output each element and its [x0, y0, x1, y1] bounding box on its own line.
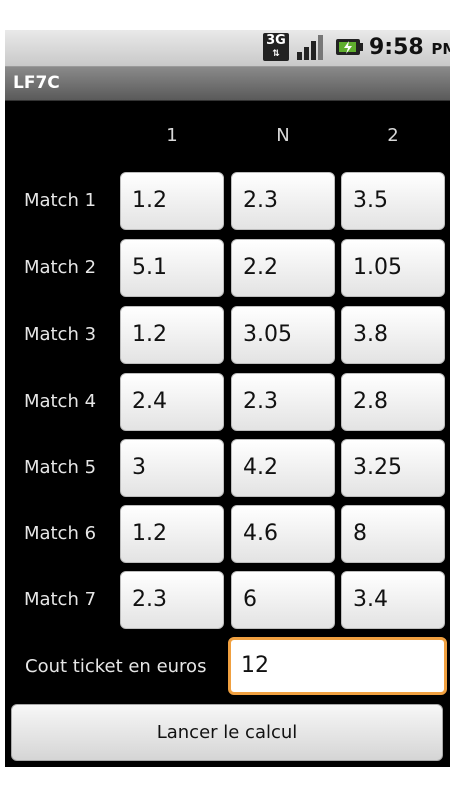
match-1-odds-n[interactable]: 2.3 [231, 172, 335, 230]
status-bar: 3G ⇅ 9:58 PM [5, 30, 450, 67]
match-3-odds-n[interactable]: 3.05 [231, 306, 335, 364]
match-5-odds-n[interactable]: 4.2 [231, 439, 335, 497]
clock-time: 9:58 [369, 35, 424, 60]
match-4-label: Match 4 [23, 391, 97, 412]
match-3-odds-2[interactable]: 3.8 [341, 306, 445, 364]
match-5-label: Match 5 [23, 457, 97, 478]
match-3-label: Match 3 [23, 324, 97, 345]
match-5-odds-2[interactable]: 3.25 [341, 439, 445, 497]
match-1-label: Match 1 [23, 190, 97, 211]
match-7-odds-2[interactable]: 3.4 [341, 571, 445, 629]
match-5-odds-1[interactable]: 3 [120, 439, 224, 497]
match-7-label: Match 7 [23, 589, 97, 610]
match-7-odds-n[interactable]: 6 [231, 571, 335, 629]
title-bar: LF7C [5, 67, 450, 101]
clock-ampm: PM [431, 40, 450, 58]
match-6-label: Match 6 [23, 523, 97, 544]
match-7-odds-1[interactable]: 2.3 [120, 571, 224, 629]
match-6-odds-1[interactable]: 1.2 [120, 505, 224, 563]
match-4-odds-2[interactable]: 2.8 [341, 373, 445, 431]
match-2-label: Match 2 [23, 257, 97, 278]
match-1-odds-2[interactable]: 3.5 [341, 172, 445, 230]
match-1-odds-1[interactable]: 1.2 [120, 172, 224, 230]
match-2-odds-1[interactable]: 5.1 [120, 239, 224, 297]
network-3g-icon: 3G ⇅ [263, 33, 289, 61]
signal-icon [297, 35, 323, 60]
app-title: LF7C [13, 73, 60, 93]
match-6-odds-2[interactable]: 8 [341, 505, 445, 563]
network-type: 3G [266, 33, 286, 48]
run-calculation-button[interactable]: Lancer le calcul [11, 704, 443, 761]
match-2-odds-2[interactable]: 1.05 [341, 239, 445, 297]
match-2-odds-n[interactable]: 2.2 [231, 239, 335, 297]
clock: 9:58 PM [369, 34, 450, 62]
column-header-2: 2 [387, 125, 399, 146]
data-arrows-icon: ⇅ [272, 49, 280, 59]
app-window: 3G ⇅ 9:58 PM LF7C 1 N 2 Match 1 1.2 2.3 … [5, 30, 450, 767]
match-4-odds-n[interactable]: 2.3 [231, 373, 335, 431]
match-4-odds-1[interactable]: 2.4 [120, 373, 224, 431]
battery-icon [336, 39, 363, 55]
ticket-cost-label: Cout ticket en euros [25, 656, 207, 677]
ticket-cost-input[interactable]: 12 [228, 637, 447, 695]
screen: 3G ⇅ 9:58 PM LF7C 1 N 2 Match 1 1.2 2.3 … [0, 0, 450, 800]
match-3-odds-1[interactable]: 1.2 [120, 306, 224, 364]
column-header-n: N [276, 125, 290, 146]
column-header-1: 1 [166, 125, 178, 146]
match-6-odds-n[interactable]: 4.6 [231, 505, 335, 563]
